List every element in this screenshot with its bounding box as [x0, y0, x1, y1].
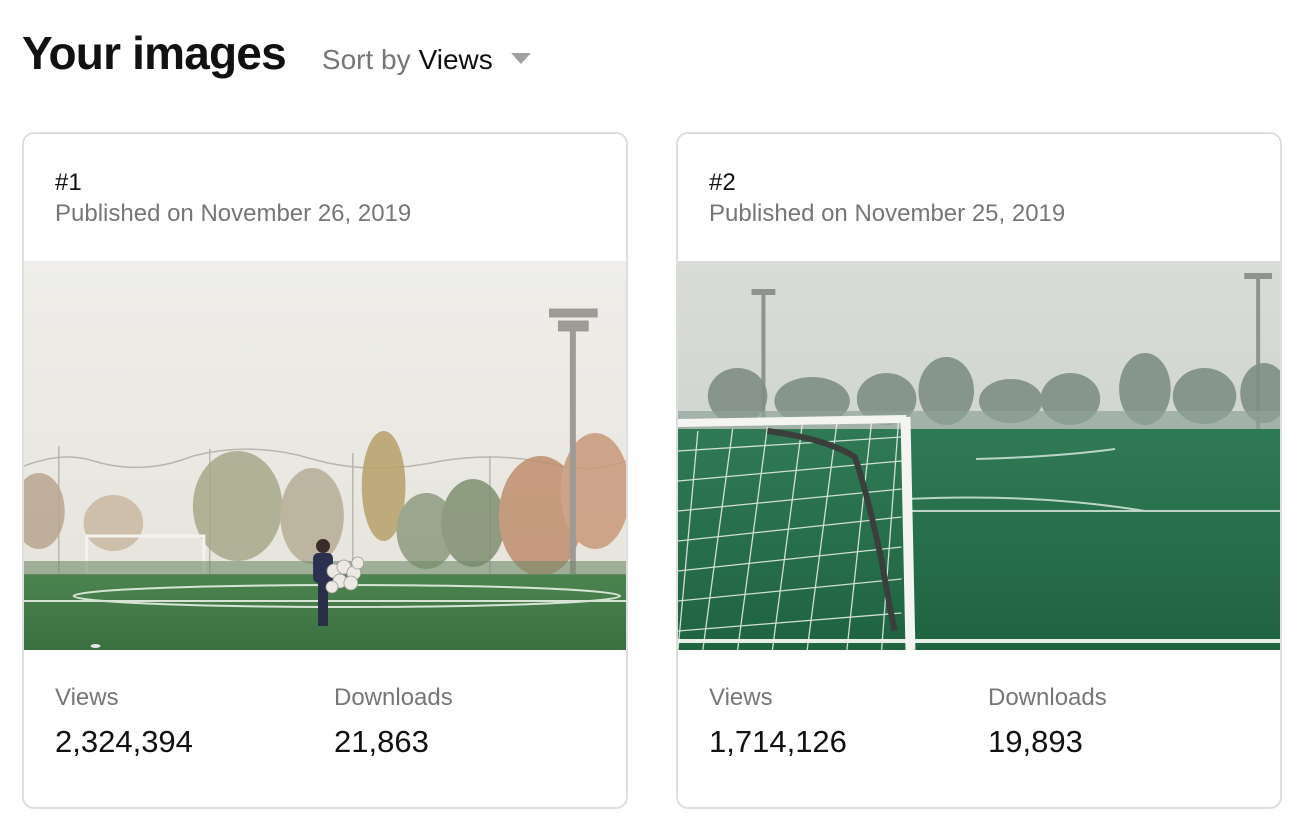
- image-thumbnail[interactable]: [24, 261, 626, 650]
- downloads-label: Downloads: [988, 684, 1107, 711]
- page-header: Your images Sort by Views: [22, 26, 531, 80]
- chevron-down-icon: [510, 52, 531, 64]
- sort-selected-value: Views: [418, 44, 493, 75]
- image-card[interactable]: #2 Published on November 25, 2019 Views …: [676, 132, 1282, 809]
- sort-prefix-label: Sort by: [321, 44, 411, 75]
- views-count: 2,324,394: [55, 724, 193, 759]
- image-card[interactable]: #1 Published on November 26, 2019 Views …: [22, 132, 628, 809]
- views-label: Views: [55, 684, 119, 711]
- image-rank: #1: [55, 169, 82, 196]
- downloads-count: 19,893: [988, 724, 1083, 759]
- page-title: Your images: [22, 27, 287, 79]
- views-label: Views: [709, 684, 773, 711]
- downloads-label: Downloads: [334, 684, 453, 711]
- image-rank: #2: [709, 169, 736, 196]
- published-date: Published on November 26, 2019: [55, 200, 412, 227]
- published-date: Published on November 25, 2019: [709, 200, 1066, 227]
- image-thumbnail[interactable]: [678, 261, 1280, 650]
- downloads-count: 21,863: [334, 724, 429, 759]
- views-count: 1,714,126: [709, 724, 847, 759]
- sort-dropdown[interactable]: Sort by Views: [322, 44, 531, 76]
